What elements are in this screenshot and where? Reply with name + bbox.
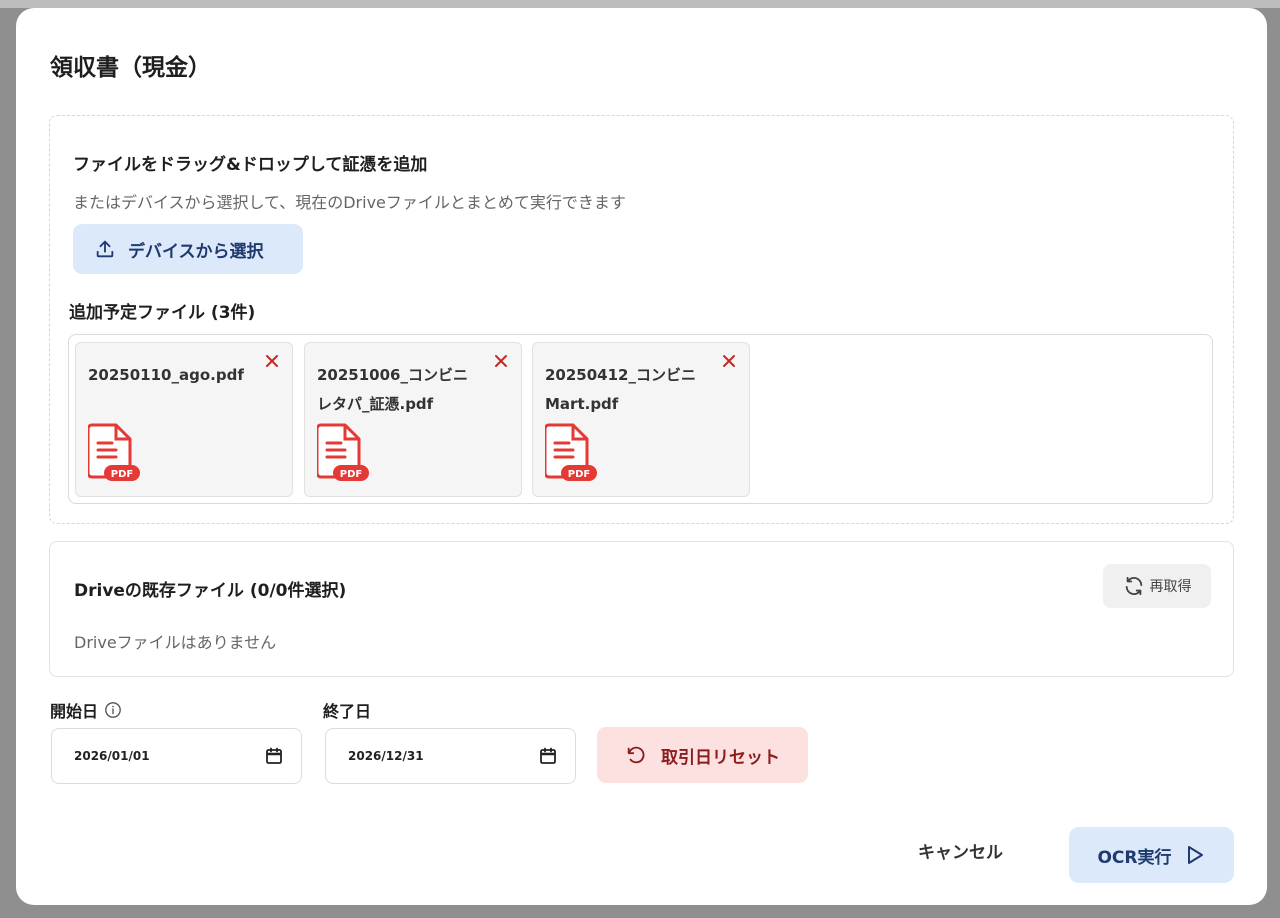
- refetch-label: 再取得: [1149, 579, 1192, 595]
- file-card: 20250412_コンビニMart.pdf PDF: [532, 342, 750, 497]
- cancel-button[interactable]: キャンセル: [918, 838, 1003, 863]
- pdf-file-icon: PDF: [317, 423, 369, 481]
- upload-icon: [96, 240, 114, 258]
- end-date-value: 2026/12/31: [348, 749, 424, 763]
- pdf-file-icon: PDF: [88, 423, 140, 481]
- run-ocr-label: OCR実行: [1097, 847, 1172, 868]
- remove-file-icon[interactable]: [721, 353, 737, 369]
- refetch-button[interactable]: 再取得: [1103, 564, 1211, 608]
- file-name: 20250412_コンビニMart.pdf: [545, 366, 696, 413]
- file-dropzone[interactable]: ファイルをドラッグ&ドロップして証憑を追加 またはデバイスから選択して、現在のD…: [49, 115, 1234, 524]
- select-from-device-label: デバイスから選択: [128, 241, 264, 261]
- pdf-badge: PDF: [111, 469, 133, 480]
- pdf-file-icon: PDF: [545, 423, 597, 481]
- dialog-title: 領収書（現金）: [50, 55, 211, 81]
- calendar-icon[interactable]: [265, 747, 283, 765]
- undo-icon: [627, 746, 645, 764]
- info-icon[interactable]: [104, 701, 122, 719]
- reset-transaction-date-button[interactable]: 取引日リセット: [597, 727, 808, 783]
- dropzone-subtitle: またはデバイスから選択して、現在のDriveファイルとまとめて実行できます: [73, 193, 626, 212]
- file-name: 20250110_ago.pdf: [88, 366, 244, 384]
- start-date-value: 2026/01/01: [74, 749, 150, 763]
- refresh-icon: [1125, 576, 1142, 596]
- start-date-label-text: 開始日: [50, 702, 99, 721]
- reset-transaction-date-label: 取引日リセット: [661, 747, 780, 768]
- file-name: 20251006_コンビニレタパ_証憑.pdf: [317, 366, 468, 413]
- file-card: 20250110_ago.pdf PDF: [75, 342, 293, 497]
- select-from-device-button[interactable]: デバイスから選択: [73, 224, 303, 274]
- remove-file-icon[interactable]: [264, 353, 280, 369]
- drive-files-title: Driveの既存ファイル (0/0件選択): [74, 581, 347, 601]
- calendar-icon[interactable]: [539, 747, 557, 765]
- pdf-badge: PDF: [340, 469, 362, 480]
- drive-empty-message: Driveファイルはありません: [74, 633, 277, 652]
- remove-file-icon[interactable]: [493, 353, 509, 369]
- receipt-dialog: 領収書（現金） ファイルをドラッグ&ドロップして証憑を追加 またはデバイスから選…: [16, 8, 1267, 905]
- file-card: 20251006_コンビニレタパ_証憑.pdf PDF: [304, 342, 522, 497]
- end-date-label-text: 終了日: [323, 702, 372, 721]
- pending-files-list: 20250110_ago.pdf PDF 20251006_コンビニレタパ_証憑…: [68, 334, 1213, 504]
- pending-files-label: 追加予定ファイル (3件): [69, 303, 256, 323]
- end-date-label: 終了日: [323, 698, 371, 722]
- pdf-badge: PDF: [568, 469, 590, 480]
- drive-files-panel: Driveの既存ファイル (0/0件選択) Driveファイルはありません 再取…: [49, 541, 1234, 677]
- start-date-label: 開始日: [50, 698, 122, 722]
- dropzone-title: ファイルをドラッグ&ドロップして証憑を追加: [73, 155, 428, 175]
- end-date-input[interactable]: 2026/12/31: [325, 728, 576, 784]
- play-icon: [1187, 846, 1203, 864]
- start-date-input[interactable]: 2026/01/01: [51, 728, 302, 784]
- backdrop-strip: [0, 0, 1280, 8]
- run-ocr-button[interactable]: OCR実行: [1069, 827, 1234, 883]
